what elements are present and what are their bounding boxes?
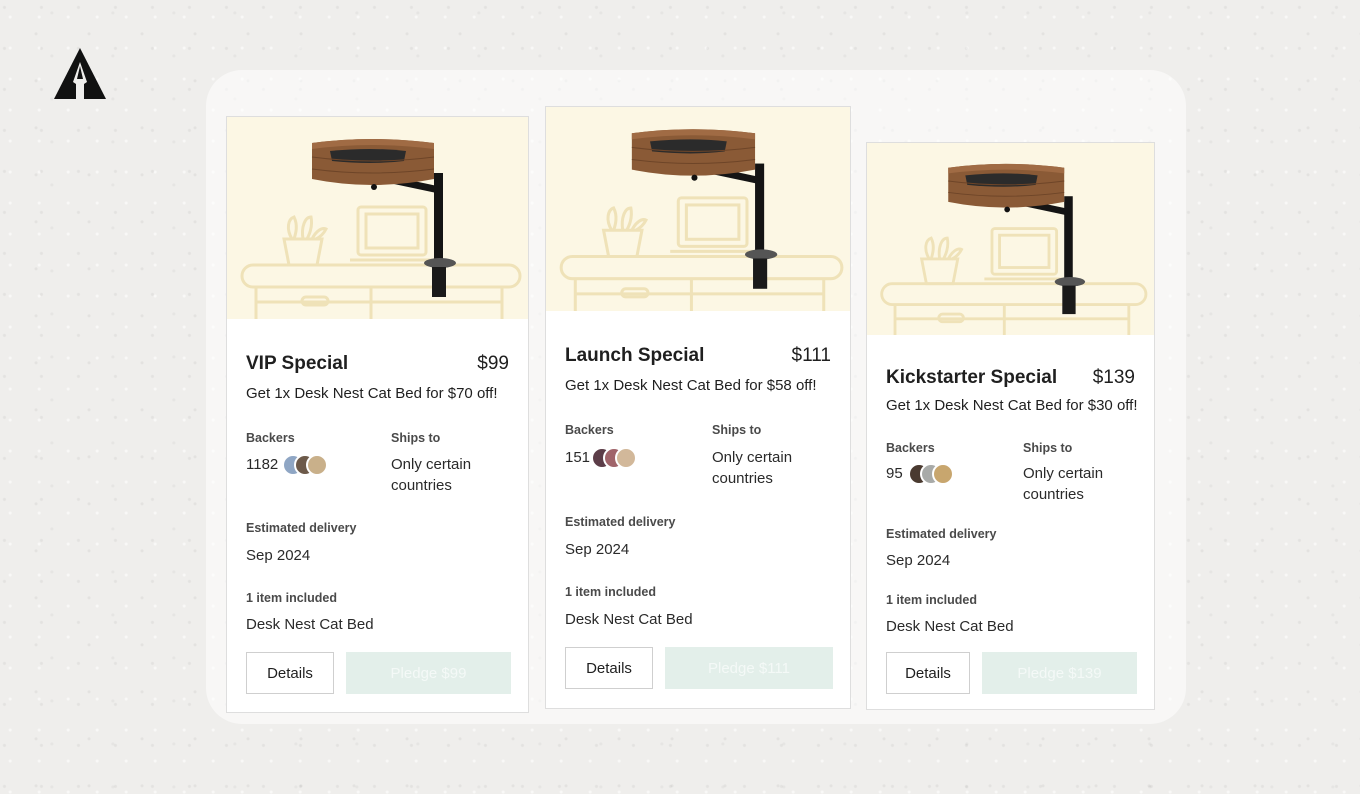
ships-to-value: Only certain countries [712, 449, 793, 487]
reward-card: VIP Special $99 Get 1x Desk Nest Cat Bed… [226, 116, 529, 713]
ships-to-label: Ships to [1023, 441, 1073, 455]
included-item: Desk Nest Cat Bed [565, 611, 693, 628]
reward-description: Get 1x Desk Nest Cat Bed for $30 off! [886, 397, 1138, 414]
reward-card: Launch Special $111 Get 1x Desk Nest Cat… [545, 106, 851, 709]
reward-title: VIP Special [246, 353, 349, 374]
brand-logo-icon[interactable] [52, 46, 108, 100]
delivery-label: Estimated delivery [886, 527, 997, 541]
backers-label: Backers [246, 431, 295, 445]
items-included-label: 1 item included [565, 585, 656, 599]
reward-price: $111 [791, 345, 831, 366]
delivery-label: Estimated delivery [246, 521, 357, 535]
backers-label: Backers [886, 441, 935, 455]
product-illustration [559, 129, 844, 311]
avatar [932, 463, 954, 485]
details-button[interactable]: Details [565, 647, 653, 689]
backer-avatars [282, 454, 342, 476]
backer-avatars [591, 447, 651, 469]
backers-count: 151 [565, 449, 591, 466]
ships-to-label: Ships to [391, 431, 441, 445]
delivery-value: Sep 2024 [246, 547, 311, 564]
ships-to-value: Only certain countries [391, 456, 472, 494]
included-item: Desk Nest Cat Bed [246, 616, 374, 633]
reward-description: Get 1x Desk Nest Cat Bed for $70 off! [246, 385, 498, 402]
reward-image [867, 143, 1154, 335]
details-button[interactable]: Details [246, 652, 334, 694]
reward-card: Kickstarter Special $139 Get 1x Desk Nes… [866, 142, 1155, 710]
pledge-button[interactable]: Pledge $139 [982, 652, 1137, 694]
backer-avatars [908, 463, 968, 485]
backers-count: 1182 [246, 456, 279, 473]
ships-to-label: Ships to [712, 423, 762, 437]
backers-label: Backers [565, 423, 614, 437]
reward-description: Get 1x Desk Nest Cat Bed for $58 off! [565, 377, 817, 394]
included-item: Desk Nest Cat Bed [886, 618, 1014, 635]
reward-title: Kickstarter Special [886, 367, 1058, 388]
pledge-button[interactable]: Pledge $111 [665, 647, 833, 689]
reward-title: Launch Special [565, 345, 705, 366]
avatar [615, 447, 637, 469]
ships-to-value: Only certain countries [1023, 465, 1104, 503]
delivery-value: Sep 2024 [886, 552, 951, 569]
reward-image [546, 107, 850, 311]
product-illustration [240, 139, 522, 319]
items-included-label: 1 item included [886, 593, 977, 607]
backers-count: 95 [886, 465, 903, 482]
avatar [306, 454, 328, 476]
pledge-button[interactable]: Pledge $99 [346, 652, 511, 694]
delivery-label: Estimated delivery [565, 515, 676, 529]
reward-price: $139 [1092, 367, 1135, 388]
reward-price: $99 [477, 353, 509, 374]
items-included-label: 1 item included [246, 591, 337, 605]
product-illustration [880, 163, 1148, 335]
reward-image [227, 117, 528, 319]
delivery-value: Sep 2024 [565, 541, 630, 558]
details-button[interactable]: Details [886, 652, 970, 694]
